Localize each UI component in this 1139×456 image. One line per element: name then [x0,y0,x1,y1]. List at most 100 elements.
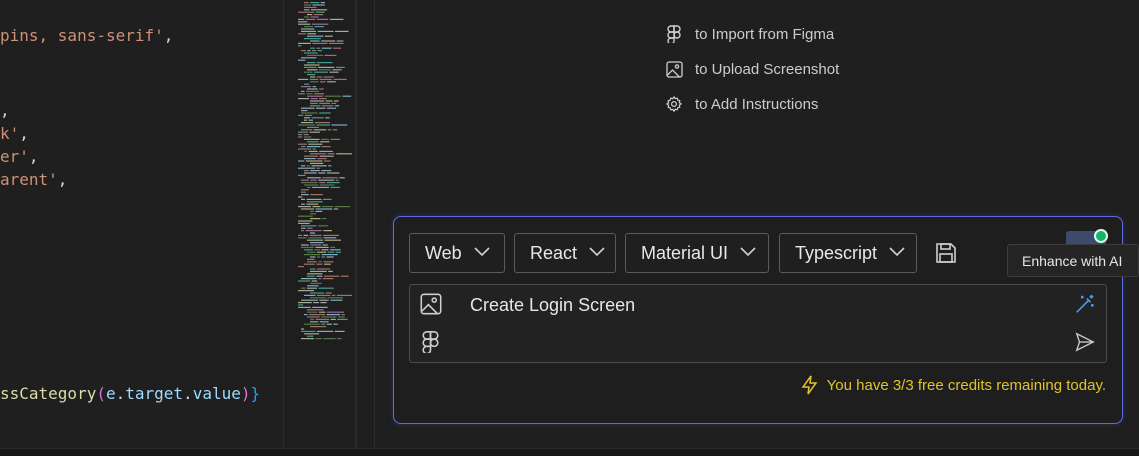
minimap-stroke [307,69,318,71]
minimap-stroke [317,256,321,258]
minimap-stroke [310,47,315,49]
minimap-stroke [317,251,326,253]
hint-label: to Upload Screenshot [695,60,840,78]
minimap-stroke [304,4,311,6]
minimap-stroke [315,318,330,320]
send-icon[interactable] [1074,331,1096,358]
minimap-stroke [307,141,319,143]
minimap-stroke [318,287,334,289]
minimap-stroke [298,18,305,20]
minimap-stroke [303,136,312,138]
minimap-stroke [310,318,315,320]
minimap-stroke [326,107,337,109]
minimap-stroke [319,182,326,184]
minimap-stroke [304,170,309,172]
minimap-stroke [301,278,317,280]
minimap-stroke [312,23,329,25]
upload-image-icon[interactable] [420,293,442,320]
tooltip-text: Enhance with AI [1022,252,1123,269]
figma-import-icon[interactable] [422,330,439,358]
minimap-stroke [323,76,334,78]
minimap-stroke [304,16,310,18]
status-indicator-dot [1094,229,1108,243]
minimap-stroke [307,273,323,275]
app-window: pins, sans-serif', , k', er', arent', ss… [0,0,1139,456]
minimap-stroke [327,153,335,155]
minimap-stroke [304,184,319,186]
minimap[interactable] [283,0,373,448]
minimap-stroke [304,38,321,40]
minimap-stroke [315,208,333,210]
minimap-stroke [298,222,310,224]
minimap-stroke [307,74,316,76]
minimap-stroke [321,256,325,258]
minimap-stroke [304,333,319,335]
minimap-stroke [301,30,316,32]
platform-select[interactable]: Web [409,233,505,273]
minimap-stroke [312,148,316,150]
minimap-stroke [310,40,320,42]
minimap-stroke [322,278,334,280]
minimap-stroke [326,182,340,184]
ui-library-select[interactable]: Material UI [625,233,769,273]
minimap-stroke [321,316,337,318]
minimap-stroke [307,275,315,277]
minimap-stroke [310,282,322,284]
minimap-stroke [308,119,313,121]
save-button[interactable] [934,241,958,265]
minimap-stroke [305,160,323,162]
minimap-stroke [328,270,333,272]
code-editor[interactable]: pins, sans-serif', , k', er', arent', ss… [0,0,283,448]
minimap-stroke [307,316,320,318]
minimap-stroke [301,28,315,30]
minimap-stroke [341,314,345,316]
minimap-stroke [316,330,334,332]
minimap-stroke [324,275,340,277]
minimap-stroke [310,321,319,323]
minimap-stroke [304,172,317,174]
minimap-stroke [331,124,348,126]
minimap-stroke [304,2,309,4]
minimap-stroke [316,76,323,78]
minimap-stroke [320,2,325,4]
minimap-stroke [298,93,305,95]
minimap-stroke [298,290,314,292]
minimap-stroke [336,66,345,68]
minimap-stroke [336,40,344,42]
framework-select[interactable]: React [514,233,616,273]
prompt-input-area[interactable]: Create Login Screen [409,284,1107,363]
minimap-stroke [312,206,321,208]
minimap-stroke [319,69,331,71]
prompt-text[interactable]: Create Login Screen [470,295,635,316]
language-select[interactable]: Typescript [779,233,917,273]
minimap-stroke [327,311,344,313]
minimap-stroke [303,234,309,236]
minimap-stroke [301,50,306,52]
minimap-stroke [304,71,313,73]
minimap-stroke [323,234,339,236]
minimap-stroke [316,263,323,265]
minimap-stroke [301,227,306,229]
minimap-stroke [310,232,315,234]
minimap-stroke [304,314,308,316]
minimap-stroke [335,30,349,32]
minimap-stroke [301,191,307,193]
code-line: k', [0,124,29,143]
credits-notice: You have 3/3 free credits remaining toda… [801,375,1106,395]
minimap-stroke [298,45,302,47]
minimap-stroke [310,162,324,164]
minimap-stroke [312,186,329,188]
minimap-stroke [298,306,311,308]
minimap-stroke [322,206,334,208]
minimap-stroke [328,42,344,44]
magic-wand-icon[interactable] [1074,293,1096,320]
minimap-stroke [330,249,341,251]
minimap-stroke [301,203,305,205]
minimap-stroke [326,323,332,325]
minimap-stroke [304,254,321,256]
minimap-stroke [310,179,317,181]
chevron-down-icon [740,247,756,257]
minimap-stroke [326,256,334,258]
minimap-stroke [301,189,309,191]
hint-label: to Add Instructions [695,95,819,113]
